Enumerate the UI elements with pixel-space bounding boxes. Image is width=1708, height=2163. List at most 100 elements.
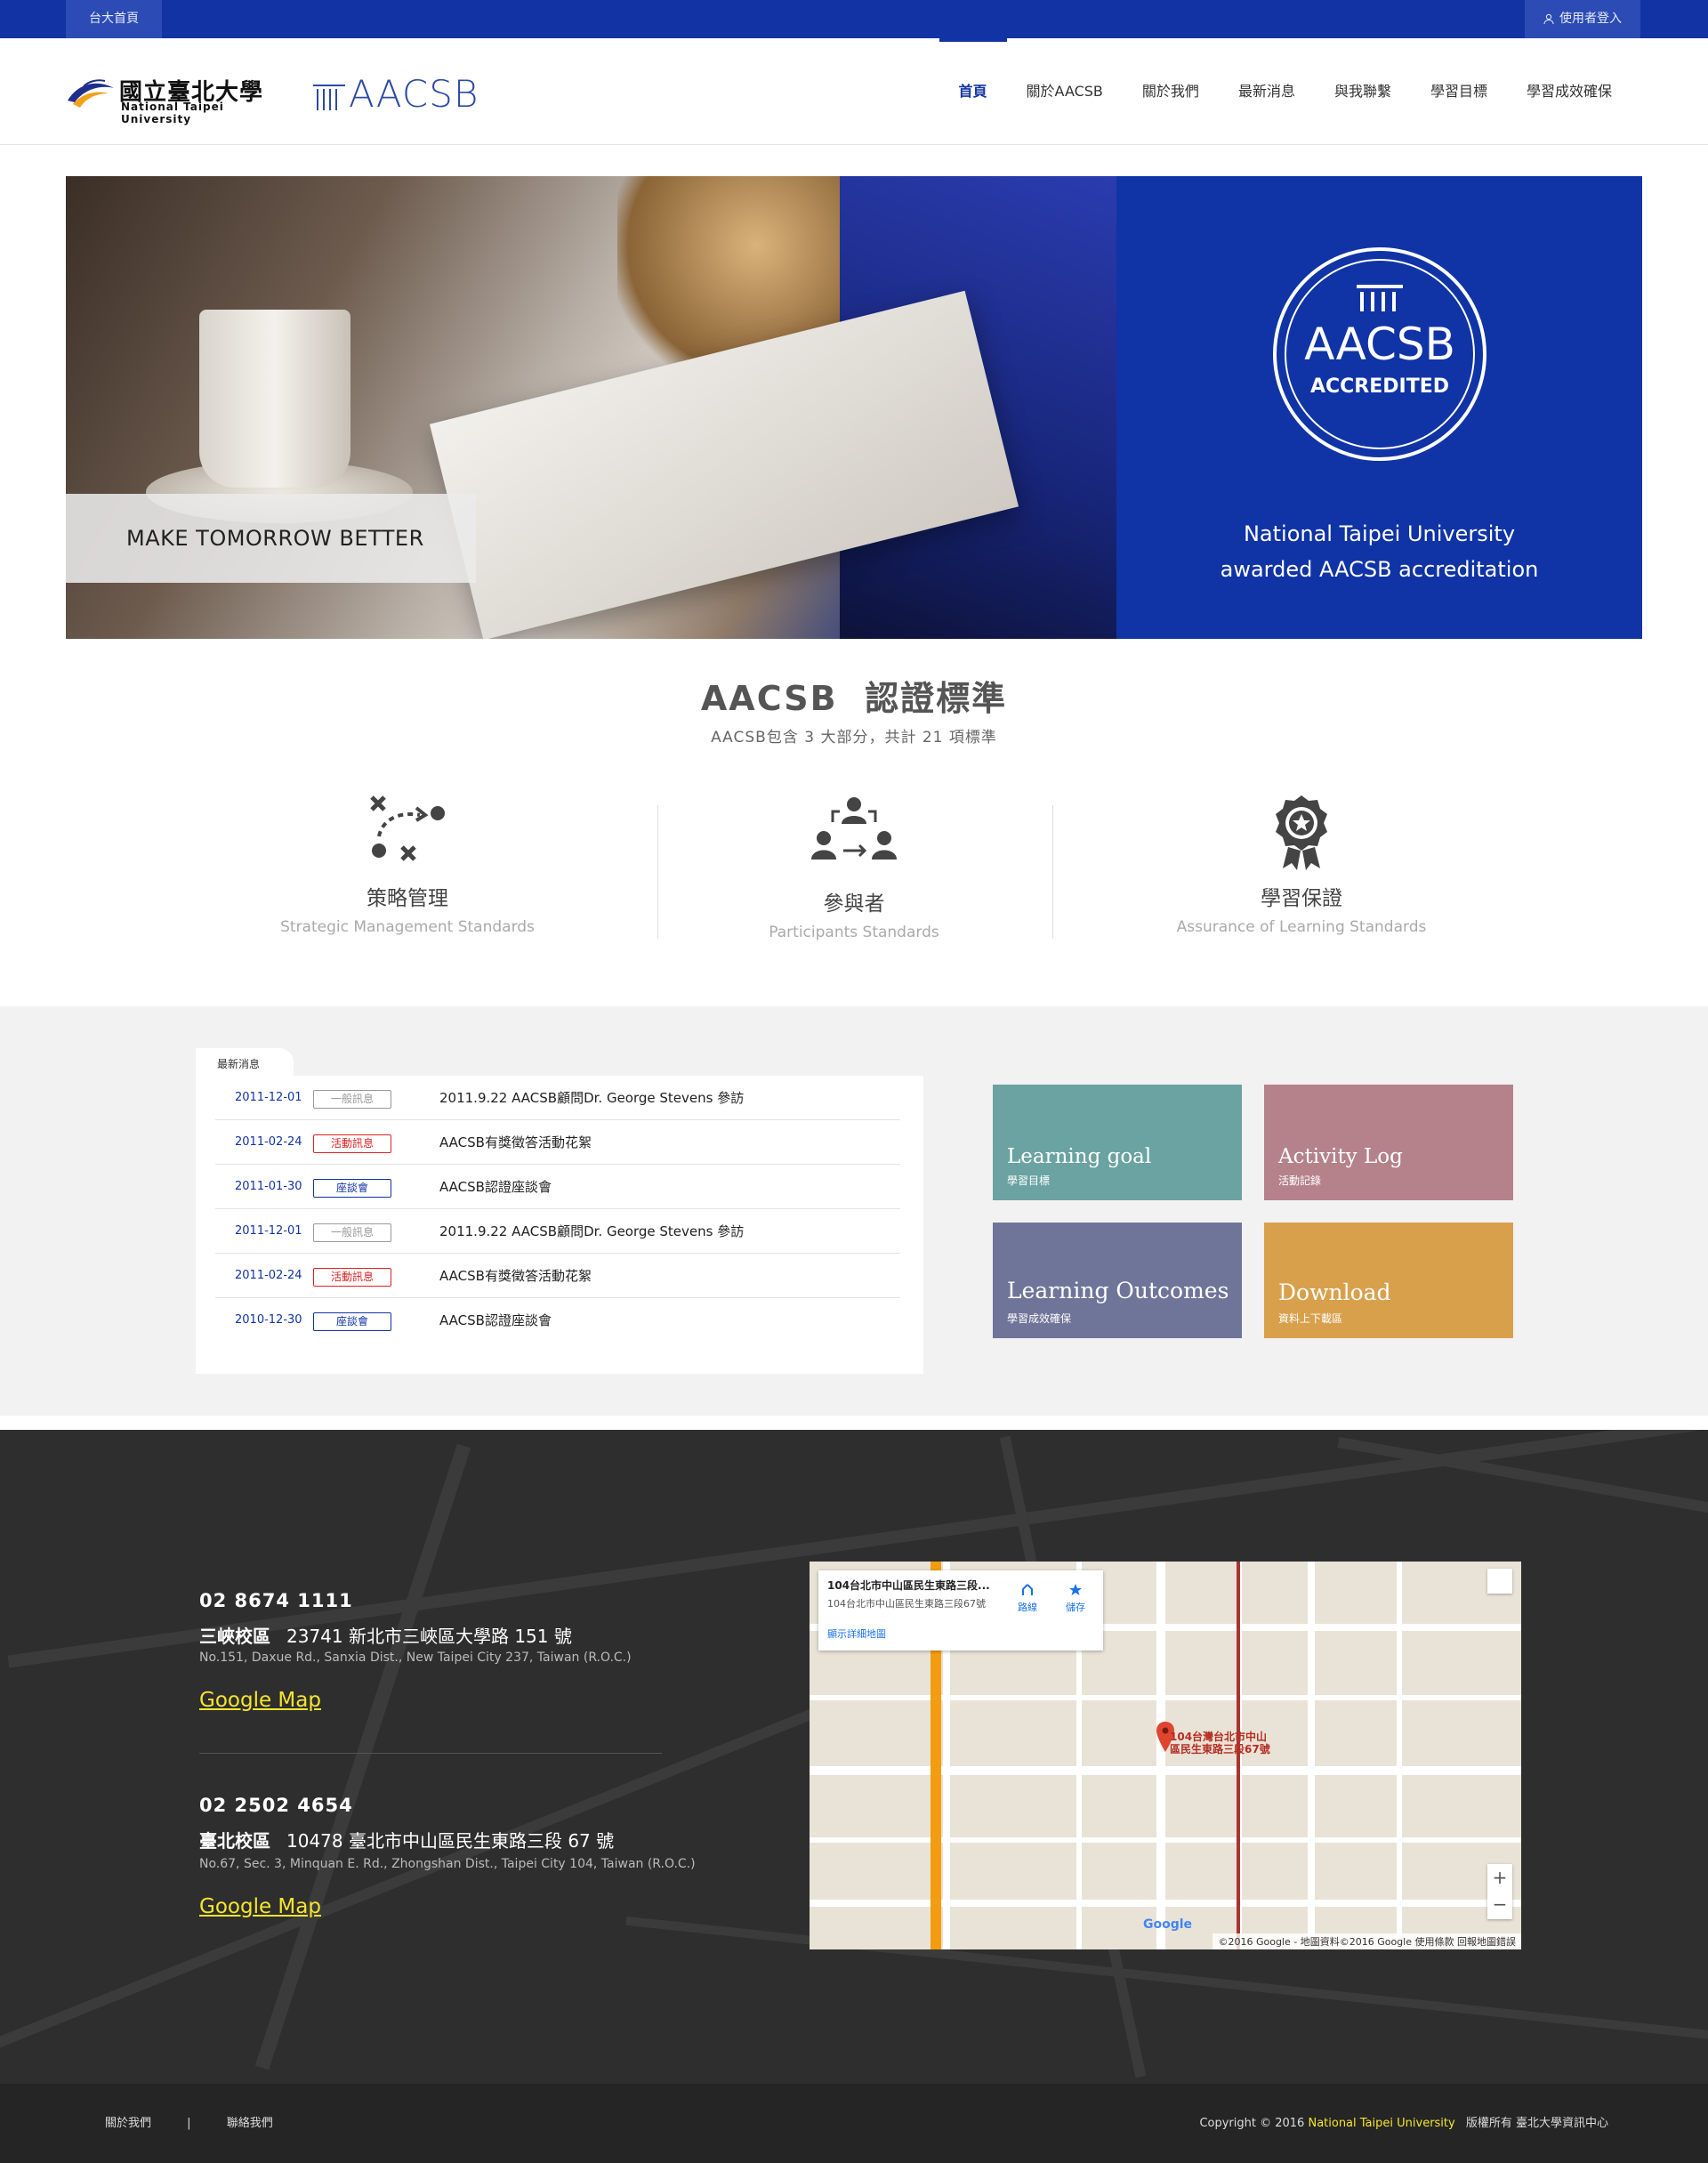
map-directions-button[interactable]: 路線 [1005,1583,1050,1614]
news-row[interactable]: 2011-02-24 活動訊息 AACSB有獎徵答活動花絮 [215,1120,900,1165]
main-nav: 首頁 關於AACSB 關於我們 最新消息 與我聯繫 學習目標 學習成效確保 [939,38,1631,145]
login-label: 使用者登入 [1559,12,1622,26]
news-tag: 一般訊息 [313,1090,391,1109]
news-row[interactable]: 2011-12-01 一般訊息 2011.9.22 AACSB顧問Dr. Geo… [215,1209,900,1254]
site-header: 國立臺北大學 National Taipei University AACSB … [0,38,1708,145]
accreditation-line-1: National Taipei University [1243,521,1516,546]
contact-section: 02 8674 1111 三峽校區 23741 新北市三峽區大學路 151 號 N… [0,1430,1708,2084]
aacsb-logo-text: AACSB [349,72,479,116]
zoom-in-button[interactable]: + [1487,1864,1512,1891]
address-taipei-en: No.67, Sec. 3, Minquan E. Rd., Zhongshan… [199,1857,696,1871]
svg-text:AACSB: AACSB [1304,319,1455,370]
news-title[interactable]: AACSB認證座談會 [439,1165,552,1209]
divider [199,1753,662,1754]
google-logo: Google [1143,1917,1193,1932]
address-taipei-zh: 10478 臺北市中山區民生東路三段 67 號 [286,1830,615,1852]
news-panel: 2011-12-01 一般訊息 2011.9.22 AACSB顧問Dr. Geo… [196,1076,923,1374]
nav-contact[interactable]: 與我聯繫 [1315,38,1411,145]
ntpu-name-en: National Taipei University [121,101,224,125]
nav-learning-goal[interactable]: 學習目標 [1411,38,1507,145]
footer-university-link[interactable]: National Taipei University [1308,2117,1454,2130]
news-title[interactable]: AACSB認證座談會 [439,1298,552,1343]
news-row[interactable]: 2011-01-30 座談會 AACSB認證座談會 [215,1165,900,1209]
tile-learning-goal[interactable]: Learning goal 學習目標 [993,1085,1242,1200]
phone-sanxia[interactable]: 02 8674 1111 [199,1590,353,1611]
nav-about-aacsb[interactable]: 關於AACSB [1007,38,1123,145]
tile-learning-goal-en: Learning goal [1007,1145,1152,1168]
nav-news[interactable]: 最新消息 [1219,38,1315,145]
tile-download-en: Download [1278,1279,1391,1305]
news-tag: 活動訊息 [313,1134,391,1153]
standard-strategic-en: Strategic Management Standards [280,918,535,936]
campus-taipei: 臺北校區 [199,1830,270,1852]
tile-learning-outcomes-en: Learning Outcomes [1007,1278,1229,1303]
slogan-box: MAKE TOMORROW BETTER [66,494,476,583]
footer-separator: | [187,2117,191,2130]
ntpu-logo[interactable]: 國立臺北大學 National Taipei University [66,74,288,125]
embedded-google-map[interactable]: 104台北市中山區民生東路三段... 104台北市中山區民生東路三段67號 顯示… [810,1562,1521,1949]
news-date: 2011-02-24 [235,1269,302,1282]
news-date: 2011-12-01 [235,1224,302,1238]
nav-home[interactable]: 首頁 [939,38,1007,145]
university-home-link[interactable]: 台大首頁 [66,0,162,38]
login-link[interactable]: 使用者登入 [1525,0,1640,38]
google-map-link-taipei[interactable]: Google Map [199,1895,321,1918]
top-bar: 台大首頁 使用者登入 [0,0,1708,38]
standard-assurance[interactable]: 學習保證 Assurance of Learning Standards [1124,783,1479,936]
footer-copyright: Copyright © 2016 National Taipei Univers… [1199,2117,1608,2130]
nav-assurance[interactable]: 學習成效確保 [1507,38,1631,145]
news-title[interactable]: AACSB有獎徵答活動花絮 [439,1120,592,1165]
address-sanxia-zh: 23741 新北市三峽區大學路 151 號 [286,1626,572,1647]
news-tag: 活動訊息 [313,1268,391,1287]
standards-subtitle: AACSB包含 3 大部分，共計 21 項標準 [711,729,997,747]
tile-learning-outcomes-zh: 學習成效確保 [1007,1312,1072,1325]
news-title[interactable]: 2011.9.22 AACSB顧問Dr. George Stevens 參訪 [439,1209,744,1254]
accreditation-line-2: awarded AACSB accreditation [1220,557,1539,582]
news-row[interactable]: 2011-02-24 活動訊息 AACSB有獎徵答活動花絮 [215,1254,900,1298]
aacsb-accredited-badge: AACSB ACCREDITED [1273,247,1486,461]
standard-strategic[interactable]: 策略管理 Strategic Management Standards [230,783,585,936]
footer-about-link[interactable]: 關於我們 [105,2117,151,2130]
strategy-icon [370,795,445,861]
standard-participants-zh: 參與者 [823,892,885,916]
news-date: 2010-12-30 [235,1313,302,1327]
news-title[interactable]: AACSB有獎徵答活動花絮 [439,1254,592,1298]
standards-title: AACSB 認證標準 [700,679,1008,718]
campus-sanxia: 三峽校區 [199,1626,270,1647]
news-section: 最新消息 2011-12-01 一般訊息 2011.9.22 AACSB顧問Dr… [0,1006,1708,1416]
news-tab[interactable]: 最新消息 [196,1048,294,1077]
phone-taipei[interactable]: 02 2502 4654 [199,1795,353,1816]
standard-participants[interactable]: 參與者 Participants Standards [676,783,1032,941]
tile-download[interactable]: Download 資料上下載區 [1264,1223,1513,1338]
map-detail-link[interactable]: 顯示詳細地圖 [827,1626,1094,1641]
hero-banner: MAKE TOMORROW BETTER AACSB ACCREDITED Na… [66,176,1642,639]
news-title[interactable]: 2011.9.22 AACSB顧問Dr. George Stevens 參訪 [439,1076,744,1120]
user-icon [1543,13,1554,25]
map-copyright: ©2016 Google - 地圖資料©2016 Google 使用條款 回報地… [1213,1933,1521,1949]
standard-assurance-zh: 學習保證 [1261,887,1342,910]
news-row[interactable]: 2010-12-30 座談會 AACSB認證座談會 [215,1298,900,1343]
aacsb-logo[interactable]: AACSB [311,70,489,120]
google-map-link-sanxia[interactable]: Google Map [199,1689,321,1712]
accreditation-panel: AACSB ACCREDITED National Taipei Univers… [1116,176,1642,639]
tile-activity-log-en: Activity Log [1278,1145,1403,1168]
zoom-out-button[interactable]: − [1487,1891,1512,1917]
tile-learning-outcomes[interactable]: Learning Outcomes 學習成效確保 [993,1223,1242,1338]
tile-activity-log[interactable]: Activity Log 活動記錄 [1264,1085,1513,1200]
address-sanxia: 三峽校區 23741 新北市三峽區大學路 151 號 [199,1622,572,1648]
tile-download-zh: 資料上下載區 [1278,1312,1343,1325]
news-date: 2011-12-01 [235,1091,302,1104]
news-row[interactable]: 2011-12-01 一般訊息 2011.9.22 AACSB顧問Dr. Geo… [215,1076,900,1120]
nav-about-us[interactable]: 關於我們 [1123,38,1219,145]
footer-links: 關於我們 | 聯絡我們 [105,2084,273,2163]
news-tag: 座談會 [313,1312,391,1331]
accreditation-text: National Taipei University awarded AACSB… [1116,516,1642,587]
standard-strategic-zh: 策略管理 [367,887,448,910]
hero-slogan: MAKE TOMORROW BETTER [126,526,424,551]
award-icon [1276,795,1327,870]
map-save-button[interactable]: 儲存 [1053,1583,1098,1614]
footer-contact-link[interactable]: 聯絡我們 [227,2117,273,2130]
pegman-icon[interactable] [1487,1569,1512,1594]
standard-assurance-en: Assurance of Learning Standards [1176,918,1427,936]
standard-participants-en: Participants Standards [769,924,939,941]
